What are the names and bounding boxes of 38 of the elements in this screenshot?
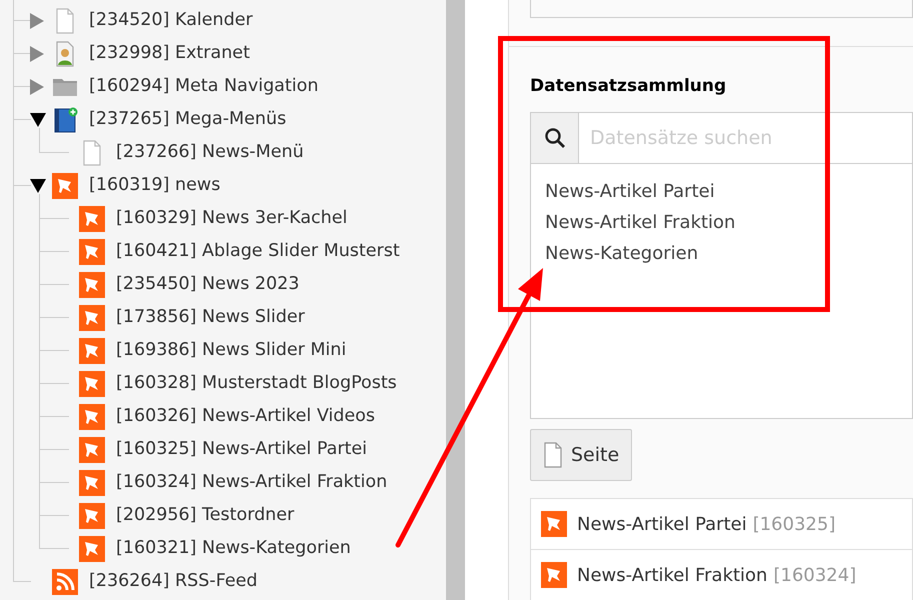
record-id: [160324] xyxy=(773,564,856,588)
record-list[interactable]: News-Artikel Partei News-Artikel Fraktion News-Kategorien xyxy=(530,164,913,419)
record-option[interactable]: News-Kategorien xyxy=(545,238,912,269)
tree-item-label[interactable]: [160421] Ablage Slider Musterst xyxy=(116,238,400,265)
record-title: News-Artikel Partei xyxy=(577,512,747,536)
toggle-arrow-icon[interactable] xyxy=(30,178,46,192)
search-button[interactable] xyxy=(530,112,579,164)
toggle-arrow-icon[interactable] xyxy=(30,46,44,62)
page-icon xyxy=(543,442,563,468)
tree-item-label[interactable]: [160319] news xyxy=(89,172,220,199)
record-option[interactable]: News-Artikel Fraktion xyxy=(545,207,912,238)
section-heading: Datensatzsammlung xyxy=(530,75,728,98)
record-title: News-Artikel Fraktion xyxy=(577,564,768,588)
tree-item-label[interactable]: [237265] Mega-Menüs xyxy=(89,106,286,133)
record-id: [160325] xyxy=(752,512,836,536)
tree-item-label[interactable]: [234520] Kalender xyxy=(89,7,253,34)
tree-item-label[interactable]: [160329] News 3er-Kachel xyxy=(116,205,348,232)
tree-item-label[interactable]: [160321] News-Kategorien xyxy=(116,535,351,562)
tree-item-label[interactable]: [232998] Extranet xyxy=(89,40,250,67)
record-option[interactable]: News-Artikel Partei xyxy=(545,176,912,207)
tree-item-label[interactable]: [202956] Testordner xyxy=(116,502,294,529)
tree-item-label[interactable]: [160326] News-Artikel Videos xyxy=(116,403,375,430)
search-icon xyxy=(544,127,566,149)
rss-icon xyxy=(52,568,78,594)
tree-item-label[interactable]: [237266] News-Menü xyxy=(116,139,304,166)
tree-item-label[interactable]: [236264] RSS-Feed xyxy=(89,568,258,595)
tree-item-label[interactable]: [160328] Musterstadt BlogPosts xyxy=(116,370,397,397)
tree-item-label[interactable]: [169386] News Slider Mini xyxy=(116,337,346,364)
tree-item-label[interactable]: [160324] News-Artikel Fraktion xyxy=(116,469,388,496)
tree-item-label[interactable]: [173856] News Slider xyxy=(116,304,305,331)
toggle-arrow-icon[interactable] xyxy=(30,12,44,28)
tree-item-label[interactable]: [235450] News 2023 xyxy=(116,271,300,298)
book-icon xyxy=(52,106,78,132)
page-button[interactable]: Seite xyxy=(530,429,632,481)
tree-item-label[interactable]: [160294] Meta Navigation xyxy=(89,73,318,100)
tree-item-label[interactable]: [160325] News-Artikel Partei xyxy=(116,436,368,463)
toggle-arrow-icon[interactable] xyxy=(30,78,44,94)
toggle-arrow-icon[interactable] xyxy=(30,112,46,126)
